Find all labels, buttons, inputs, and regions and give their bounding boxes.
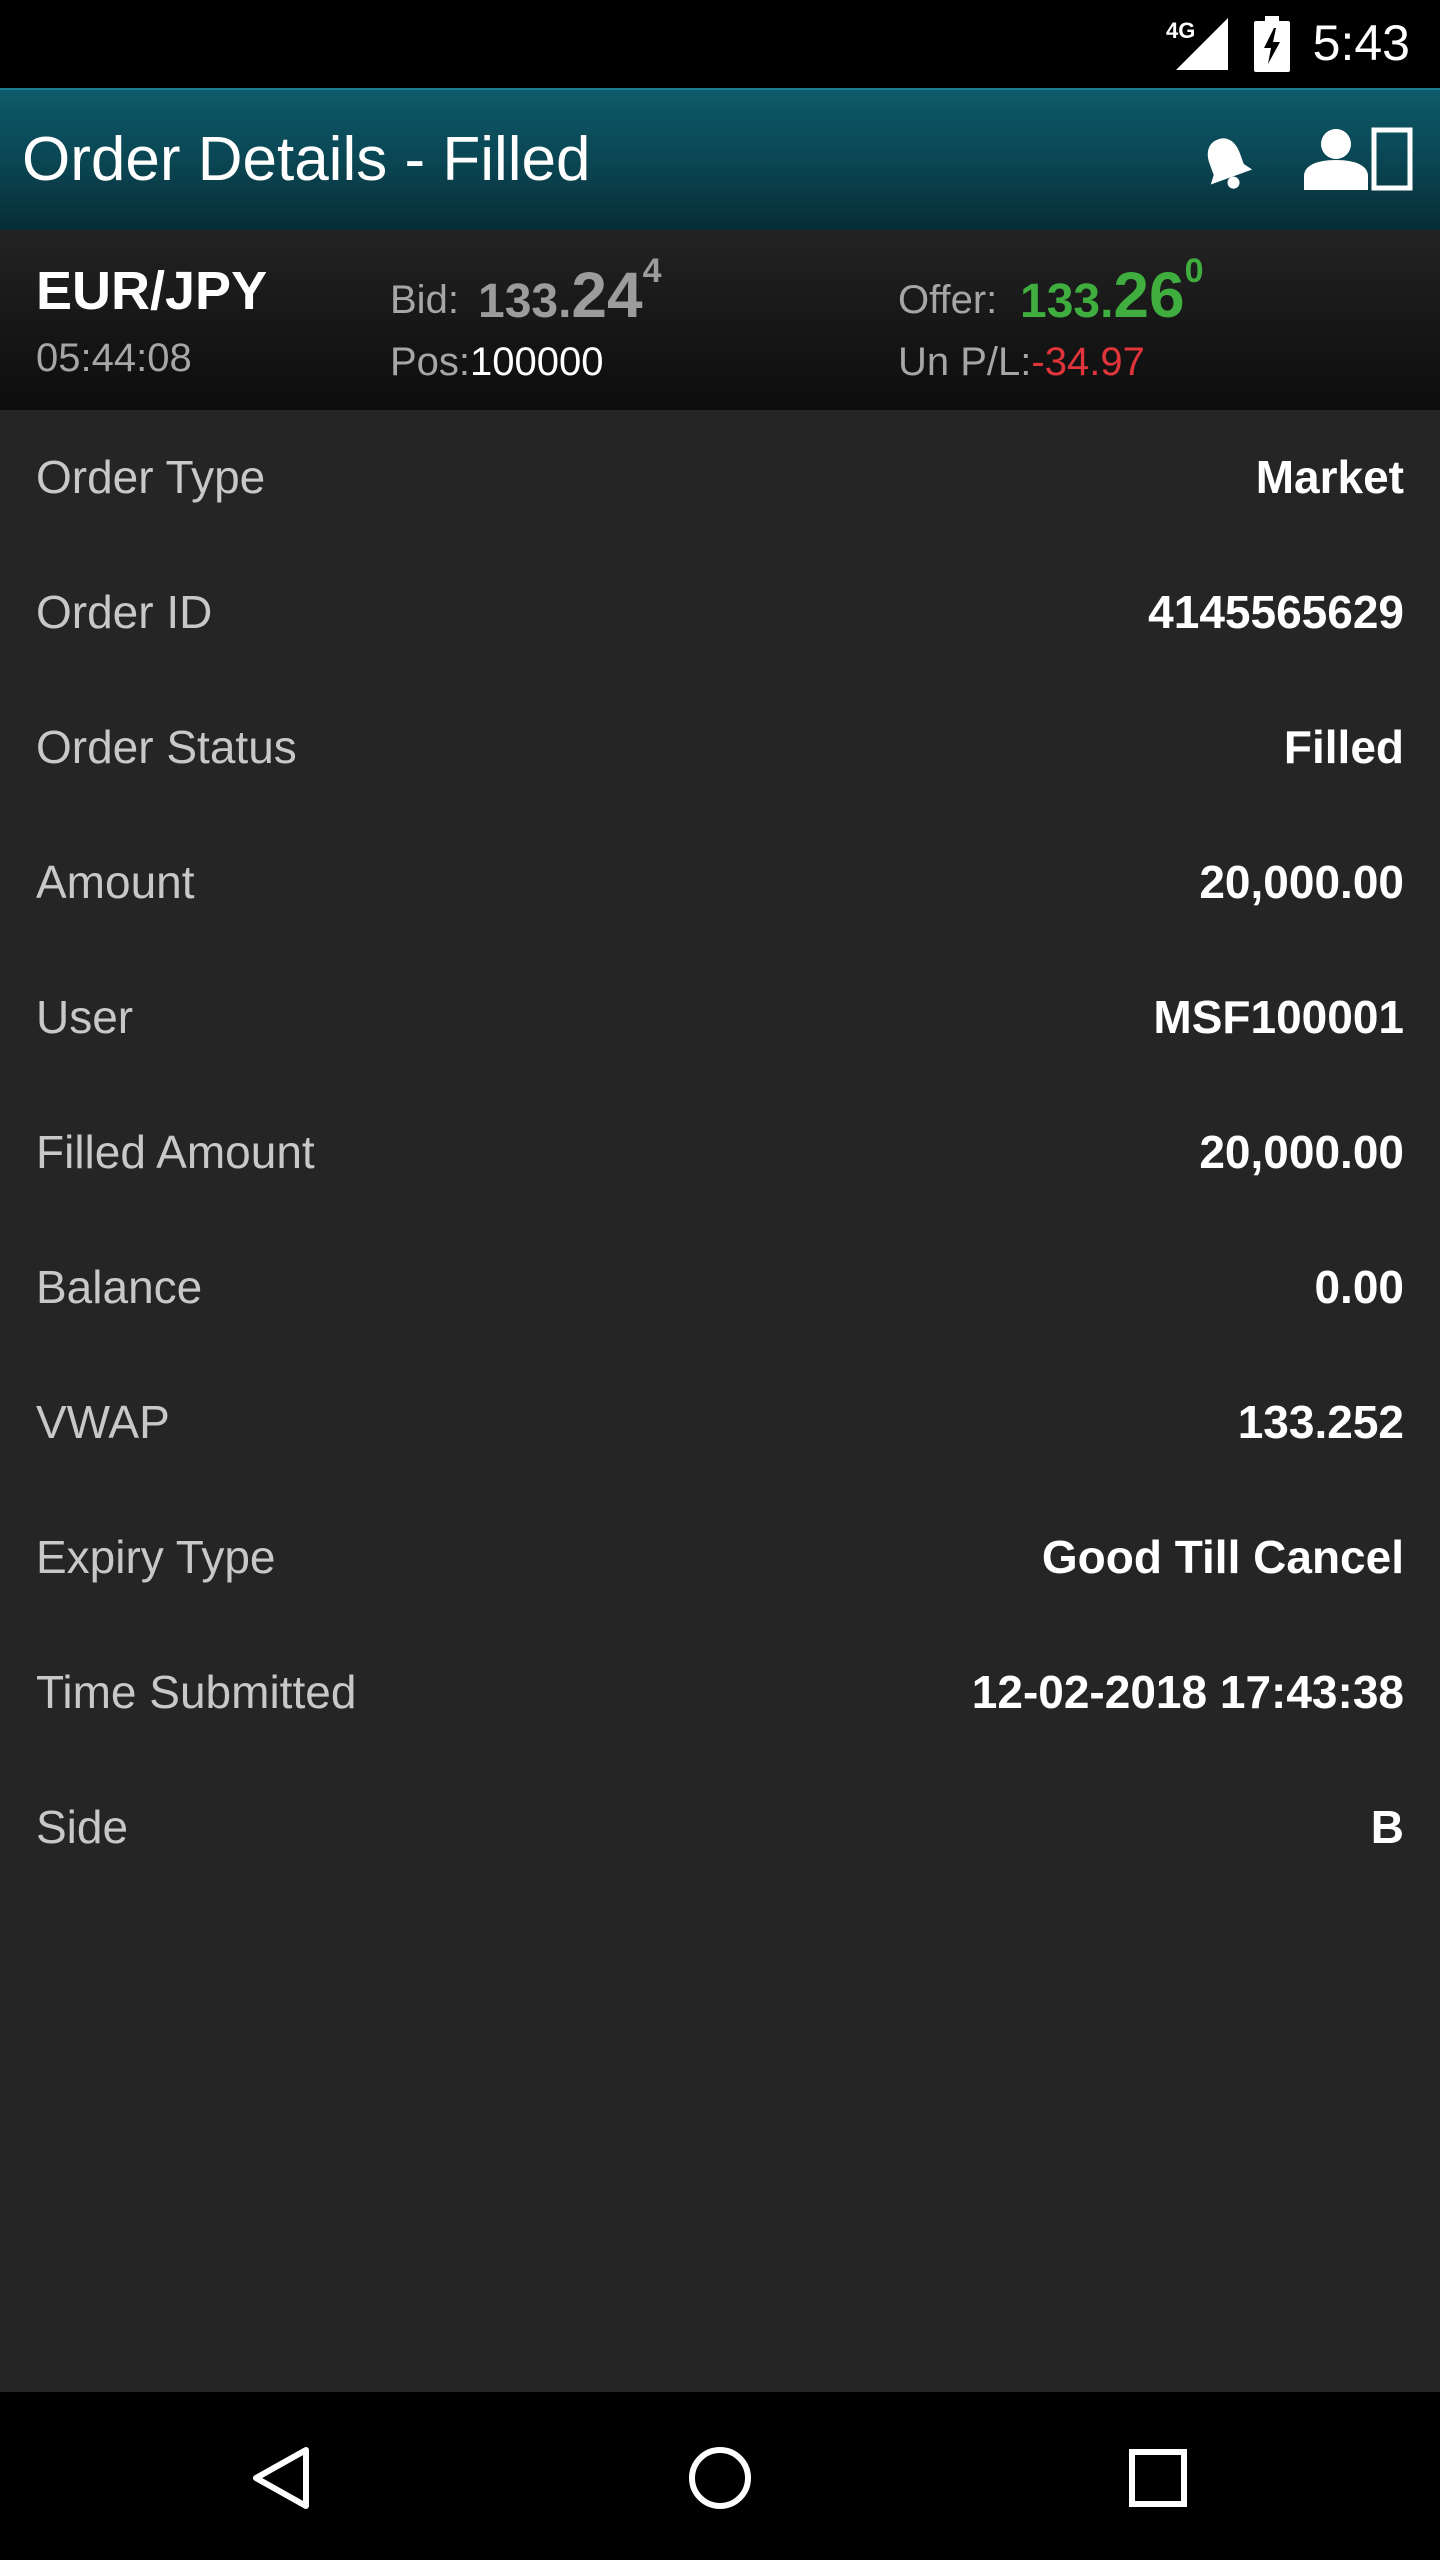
unrealized-pl-label: Un P/L: bbox=[898, 340, 1032, 384]
detail-row-user: User MSF100001 bbox=[0, 950, 1440, 1085]
app-bar: Order Details - Filled bbox=[0, 88, 1440, 230]
battery-charging-icon bbox=[1254, 16, 1290, 72]
order-details-list: Order Type Market Order ID 4145565629 Or… bbox=[0, 410, 1440, 1895]
detail-value: 4145565629 bbox=[1148, 586, 1404, 638]
offer-price-fraction: 0 bbox=[1184, 252, 1204, 290]
bid-label: Bid: bbox=[390, 278, 459, 322]
page-title: Order Details - Filled bbox=[22, 125, 591, 194]
detail-row-order-id: Order ID 4145565629 bbox=[0, 545, 1440, 680]
detail-value: 20,000.00 bbox=[1199, 856, 1404, 908]
detail-row-time-submitted: Time Submitted 12-02-2018 17:43:38 bbox=[0, 1625, 1440, 1760]
detail-label: Expiry Type bbox=[36, 1531, 276, 1583]
detail-value: B bbox=[1370, 1801, 1404, 1853]
offer-label: Offer: bbox=[898, 278, 998, 322]
bid-price-fraction: 4 bbox=[642, 252, 662, 290]
unrealized-pl: Un P/L:-34.97 bbox=[898, 340, 1145, 385]
detail-row-amount: Amount 20,000.00 bbox=[0, 815, 1440, 950]
detail-label: Order ID bbox=[36, 586, 213, 638]
detail-row-filled-amount: Filled Amount 20,000.00 bbox=[0, 1085, 1440, 1220]
detail-value: Market bbox=[1255, 451, 1404, 503]
detail-value: 133.252 bbox=[1237, 1396, 1404, 1448]
detail-value: Good Till Cancel bbox=[1041, 1531, 1404, 1583]
unrealized-pl-value: -34.97 bbox=[1031, 340, 1145, 384]
detail-row-order-status: Order Status Filled bbox=[0, 680, 1440, 815]
detail-value: MSF100001 bbox=[1153, 991, 1404, 1043]
detail-value: 0.00 bbox=[1314, 1261, 1404, 1313]
home-icon[interactable] bbox=[686, 2444, 754, 2512]
detail-label: User bbox=[36, 991, 134, 1043]
position-label: Pos: bbox=[390, 340, 471, 384]
detail-row-order-type: Order Type Market bbox=[0, 410, 1440, 545]
position: Pos:100000 bbox=[390, 340, 604, 385]
offer-price-main: 133. bbox=[1020, 275, 1114, 328]
detail-value: Filled bbox=[1283, 721, 1404, 773]
status-bar: 4G 5:43 bbox=[0, 0, 1440, 88]
bid-price-pips: 24 bbox=[571, 259, 643, 331]
detail-label: Amount bbox=[36, 856, 195, 908]
recents-icon[interactable] bbox=[1124, 2444, 1192, 2512]
detail-row-balance: Balance 0.00 bbox=[0, 1220, 1440, 1355]
back-icon[interactable] bbox=[248, 2444, 316, 2512]
detail-row-side: Side B bbox=[0, 1760, 1440, 1895]
bid-price[interactable]: 133.244 bbox=[478, 252, 662, 332]
detail-row-expiry-type: Expiry Type Good Till Cancel bbox=[0, 1490, 1440, 1625]
bell-icon[interactable] bbox=[1196, 132, 1256, 192]
detail-value: 12-02-2018 17:43:38 bbox=[971, 1666, 1404, 1718]
detail-label: VWAP bbox=[36, 1396, 170, 1448]
detail-label: Side bbox=[36, 1801, 129, 1853]
quote-time: 05:44:08 bbox=[36, 336, 192, 380]
detail-label: Time Submitted bbox=[36, 1666, 357, 1718]
detail-row-vwap: VWAP 133.252 bbox=[0, 1355, 1440, 1490]
position-value: 100000 bbox=[470, 340, 604, 384]
offer-price[interactable]: 133.260 bbox=[1020, 252, 1204, 332]
detail-label: Order Status bbox=[36, 721, 297, 773]
detail-label: Filled Amount bbox=[36, 1126, 315, 1178]
offer-price-pips: 26 bbox=[1113, 259, 1185, 331]
system-nav-bar bbox=[0, 2392, 1440, 2560]
detail-label: Order Type bbox=[36, 451, 266, 503]
quote-header[interactable]: EUR/JPY 05:44:08 Bid: 133.244 Pos:100000… bbox=[0, 230, 1440, 410]
bid-price-main: 133. bbox=[478, 275, 572, 328]
detail-value: 20,000.00 bbox=[1199, 1126, 1404, 1178]
currency-pair: EUR/JPY bbox=[36, 261, 268, 321]
account-icon[interactable] bbox=[1302, 126, 1414, 192]
detail-label: Balance bbox=[36, 1261, 203, 1313]
status-clock: 5:43 bbox=[1312, 15, 1410, 71]
signal-icon bbox=[1176, 18, 1228, 70]
